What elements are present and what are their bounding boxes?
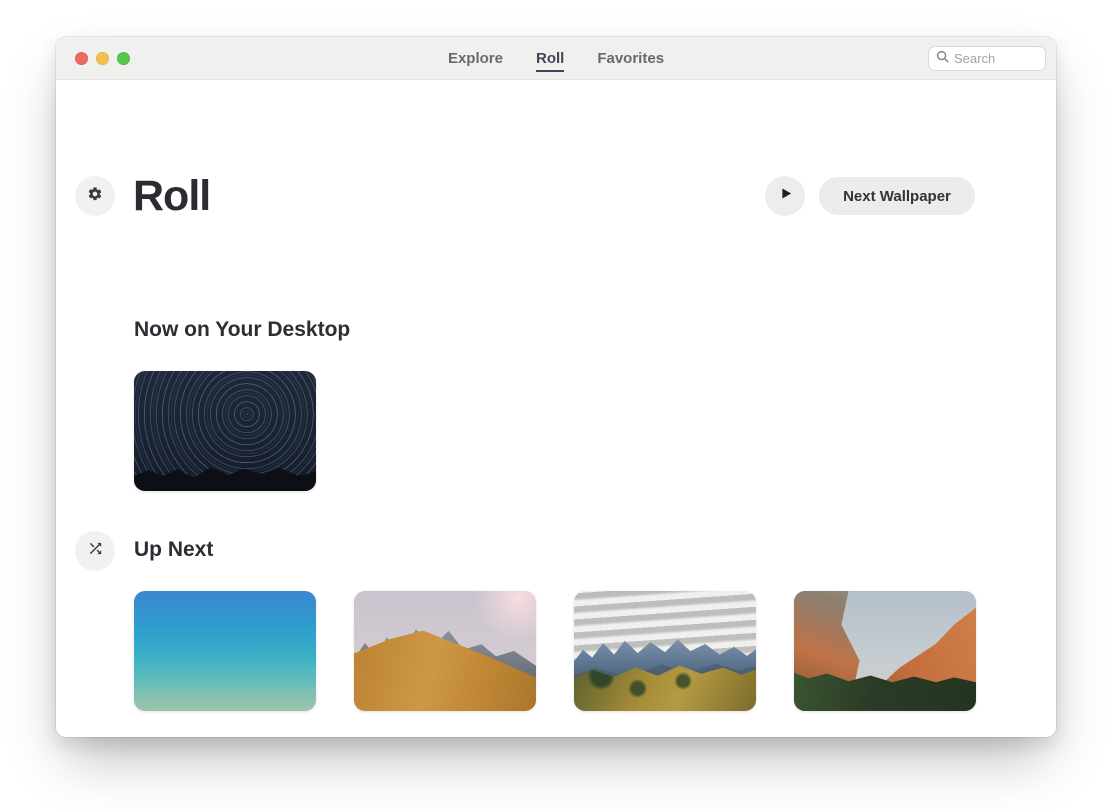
titlebar: Explore Roll Favorites	[56, 37, 1056, 80]
shuffle-badge	[75, 531, 115, 571]
play-button[interactable]	[765, 176, 805, 216]
desktop-background: Explore Roll Favorites Search Roll Next …	[0, 0, 1112, 812]
search-icon	[936, 50, 949, 68]
gear-icon	[87, 186, 103, 207]
up-next-thumbnail-3[interactable]	[574, 591, 756, 711]
tab-explore[interactable]: Explore	[448, 45, 503, 72]
app-window: Explore Roll Favorites Search Roll Next …	[56, 37, 1056, 737]
search-input[interactable]	[954, 51, 1038, 66]
up-next-thumbnail-2[interactable]	[354, 591, 536, 711]
section-heading-up-next: Up Next	[134, 538, 214, 561]
settings-badge	[75, 176, 115, 216]
close-window-button[interactable]	[75, 51, 88, 65]
play-icon	[778, 186, 793, 206]
up-next-thumbnail-4[interactable]	[794, 591, 976, 711]
traffic-lights	[56, 51, 130, 65]
main-content: Roll Next Wallpaper Now on Your Desktop	[56, 80, 1056, 737]
section-heading-now-on-desktop: Now on Your Desktop	[134, 318, 351, 341]
shuffle-icon	[87, 540, 104, 562]
minimize-window-button[interactable]	[96, 51, 109, 65]
tab-bar: Explore Roll Favorites	[448, 37, 664, 79]
current-wallpaper-thumbnail[interactable]	[134, 371, 316, 491]
page-title: Roll	[133, 172, 211, 220]
tab-favorites[interactable]: Favorites	[597, 45, 664, 72]
zoom-window-button[interactable]	[117, 51, 130, 65]
search-field[interactable]	[928, 46, 1046, 71]
tab-roll[interactable]: Roll	[535, 45, 565, 72]
up-next-thumbnail-1[interactable]	[134, 591, 316, 711]
next-wallpaper-button[interactable]: Next Wallpaper	[819, 177, 975, 215]
golden-slope-layer	[354, 630, 536, 711]
